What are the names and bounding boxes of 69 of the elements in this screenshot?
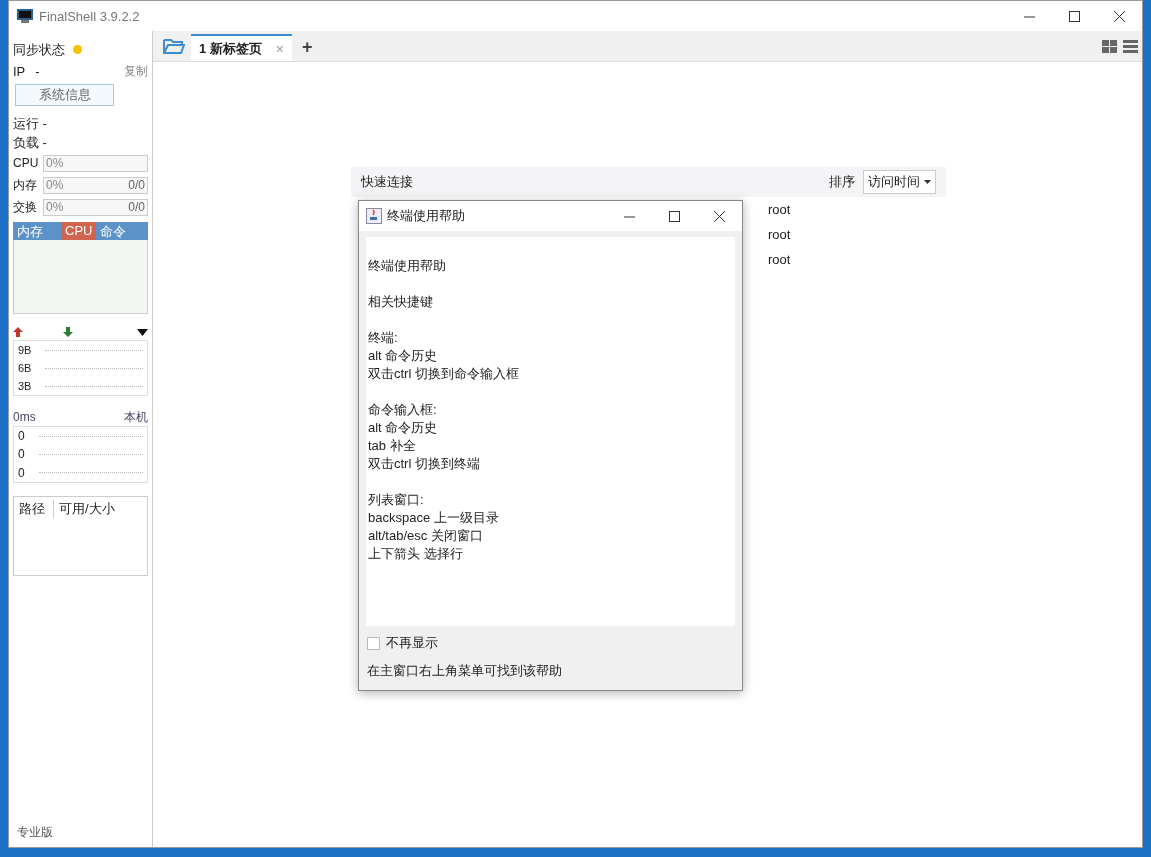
edition-label: 专业版 [17,824,54,841]
window-title: FinalShell 3.9.2.2 [39,8,140,24]
table-cell: root [768,202,791,217]
help-text-line: 列表窗口: [368,491,425,509]
help-text-line: 双击ctrl 切换到命令输入框 [368,365,520,383]
close-icon [714,210,725,222]
help-text-line: 双击ctrl 切换到终端 [368,455,481,473]
table-cell: root [768,252,791,267]
help-text-line: backspace 上一级目录 [368,509,500,527]
help-text-line: 上下箭头 选择行 [368,545,464,563]
monitor-tab[interactable]: 内存 [13,222,61,240]
dropdown-icon[interactable] [137,328,148,336]
meter-reading: 0% [46,156,64,170]
help-text-line: alt 命令历史 [368,347,439,365]
checkbox-label: 不再显示 [386,634,438,652]
close-icon [1114,10,1125,22]
meter-reading: 0% [46,200,64,214]
help-text-line: 终端: [368,329,399,347]
help-text-line: alt/tab/esc 关闭窗口 [368,527,484,545]
axis-label: 0 [18,447,25,462]
axis-label: 9B [18,344,32,356]
coffee-cup-icon [366,208,382,224]
help-text-line: 相关快捷键 [368,293,434,311]
grid-view-icon[interactable] [1102,39,1117,53]
help-text-line: 命令输入框: [368,401,438,419]
download-arrow-icon [63,327,73,337]
quick-connect-title: 快速连接 [361,173,413,191]
help-text-line: alt 命令历史 [368,419,439,437]
dialog-title: 终端使用帮助 [387,207,465,225]
folder-icon[interactable] [163,38,185,54]
meter-label: 内存 [13,176,38,194]
stat-text: 负载 - [13,133,47,152]
tab[interactable]: 1 新标签页 × [191,34,293,61]
meter-total: 0/0 [128,200,145,214]
table-cell: root [768,227,791,242]
system-info-button[interactable]: 系统信息 [15,84,114,106]
ip-label: IP [13,64,26,79]
axis-label: 0 [18,465,25,480]
copy-link[interactable]: 复制 [124,63,148,80]
dialog-footer-text: 在主窗口右上角菜单可找到该帮助 [367,662,563,680]
axis-label: 0 [18,429,25,444]
maximize-icon [669,210,680,222]
monitor-tab[interactable]: 命令 [96,222,131,240]
checkbox[interactable] [367,636,380,650]
maximize-icon [1069,10,1080,22]
axis-label: 6B [18,362,32,374]
meter-label: 交换 [13,198,38,216]
axis-label: 3B [18,380,32,392]
close-tab-icon[interactable]: × [275,40,285,57]
upload-arrow-icon [13,327,23,337]
latency-value: 0ms [13,410,36,424]
column-header: 路径 [14,500,54,518]
caret-icon [924,180,931,184]
help-text-line: tab 补全 [368,437,417,455]
meter-total: 0/0 [128,178,145,192]
column-header: 可用/大小 [58,500,116,518]
help-text-line: 终端使用帮助 [368,257,447,275]
meter-reading: 0% [46,178,64,192]
meter-label: CPU [13,156,39,170]
add-tab-button[interactable]: + [298,34,317,61]
sort-label: 排序 [829,173,855,191]
stat-text: 运行 - [13,114,47,133]
sync-status-label: 同步状态 [13,40,65,59]
sort-dropdown[interactable]: 访问时间 [863,170,936,194]
ip-value: - [35,64,40,79]
terminal-icon [17,9,33,23]
monitor-tab[interactable]: CPU [61,222,97,240]
menu-icon[interactable] [1123,39,1138,53]
host-label: 本机 [124,408,148,426]
